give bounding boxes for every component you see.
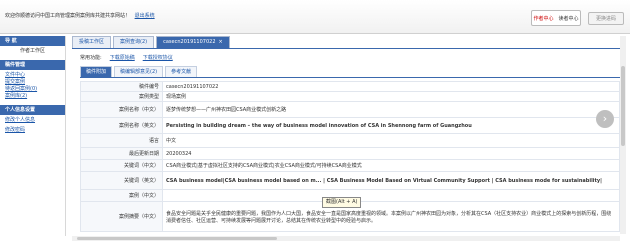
sidebar-manage-header: 稿件管理 — [0, 60, 65, 70]
sidebar: 导 航 作者工作区 稿件管理 文件中心 提交案例 待返回案例(0) 案例库(2)… — [0, 36, 66, 236]
author-center-link[interactable]: 作者中心 — [533, 15, 553, 22]
case-cn-value — [162, 189, 620, 202]
role-switcher: 作者中心 读者中心 — [531, 10, 581, 26]
row-label: 案例类型 — [80, 91, 163, 102]
case-id-value: casecn20191107022 — [162, 81, 620, 92]
table-row: 关键词（英文） CSA business model|CSA business … — [80, 171, 620, 190]
row-label: 案例（中文） — [80, 189, 163, 202]
language-value: 中文 — [162, 133, 620, 148]
vertical-scrollbar[interactable] — [620, 36, 626, 234]
table-row: 关键词（中文） CSA商业模式|基于虚拟社区支持的CSA商业模式|农业CSA商业… — [80, 159, 620, 172]
case-name-en-value: Persisting in building dream – the way o… — [162, 117, 620, 134]
close-icon[interactable]: × — [219, 39, 223, 45]
row-label: 语言 — [80, 133, 163, 148]
table-row: 语言 中文 — [80, 133, 620, 148]
row-label: 案例名称（中文） — [80, 101, 163, 118]
sidebar-item-edit-profile[interactable]: 修改个人信息 — [0, 115, 65, 125]
row-label: 案例摘要（中文） — [80, 201, 163, 232]
screenshot-tooltip: 截图(Alt + A) — [322, 197, 362, 208]
reader-center-link[interactable]: 读者中心 — [559, 15, 579, 22]
case-name-cn-value: 逐梦传统梦想——广州神农田园CSA商业模式创新之路 — [162, 101, 620, 118]
sidebar-item-change-password[interactable]: 修改密码 — [0, 125, 65, 135]
abstract-cn-value: 食品安全问题是关乎全民健康的重要问题，我国作为人口大国，食品安全一直是国家高度重… — [162, 201, 620, 232]
table-row: 案例类型 现场案例 — [80, 91, 620, 102]
row-label: 案例名称（英文） — [80, 117, 163, 134]
horizontal-scroll-thumb[interactable] — [77, 237, 277, 240]
sidebar-settings-header: 个人信息设置 — [0, 105, 65, 115]
table-row: 最后更新日期 20200324 — [80, 147, 620, 160]
keywords-cn-value: CSA商业模式|基于虚拟社区支持的CSA商业模式|农业CSA商业模式/可持续CS… — [162, 159, 620, 172]
tab-case-detail[interactable]: casecn20191107022 × — [156, 36, 230, 48]
welcome-message: 欢迎你顺德访问中国工商管理案例案例库共建共享网站！ 退出系统 — [5, 12, 155, 19]
next-arrow-icon[interactable]: › — [596, 110, 614, 128]
keywords-en-value: CSA business model|CSA business model ba… — [162, 171, 620, 190]
row-label: 关键词（英文） — [80, 171, 163, 190]
table-row: 案例名称（中文） 逐梦传统梦想——广州神农田园CSA商业模式创新之路 — [80, 101, 620, 118]
tab-case-query[interactable]: 案例查询(2) — [113, 36, 155, 48]
tab-case-detail-label: casecn20191107022 — [163, 39, 216, 45]
detail-tab-divider — [80, 77, 620, 78]
table-row: 案例名称（英文） Persisting in building dream – … — [80, 117, 620, 134]
download-original-link[interactable]: 下载原始稿 — [110, 54, 135, 61]
tab-divider — [72, 48, 625, 49]
sidebar-item-workspace[interactable]: 作者工作区 — [0, 46, 65, 56]
download-agreement-link[interactable]: 下载授权协议 — [143, 54, 173, 61]
common-functions-label: 常用功能: — [80, 55, 102, 61]
change-password-button[interactable]: 更换进码 — [588, 12, 624, 25]
case-detail-table: 稿件编号 casecn20191107022 案例类型 现场案例 案例名称（中文… — [80, 81, 620, 232]
logout-link[interactable]: 退出系统 — [135, 13, 155, 19]
table-row: 稿件编号 casecn20191107022 — [80, 81, 620, 92]
common-functions: 常用功能: 下载原始稿 下载授权协议 — [80, 54, 173, 61]
vertical-scroll-thumb[interactable] — [621, 66, 625, 146]
tab-workspace[interactable]: 投稿工作区 — [72, 36, 112, 48]
row-label: 关键词（中文） — [80, 159, 163, 172]
welcome-text: 欢迎你顺德访问中国工商管理案例案例库共建共享网站！ — [5, 13, 131, 19]
case-type-value: 现场案例 — [162, 91, 620, 102]
row-label: 稿件编号 — [80, 81, 163, 92]
top-header: 欢迎你顺德访问中国工商管理案例案例库共建共享网站！ 退出系统 作者中心 读者中心… — [0, 0, 630, 34]
main-tabs: 投稿工作区 案例查询(2) casecn20191107022 × — [72, 36, 230, 48]
horizontal-scrollbar[interactable] — [72, 236, 620, 241]
row-label: 最后更新日期 — [80, 147, 163, 160]
sidebar-nav-header: 导 航 — [0, 36, 65, 46]
last-updated-value: 20200324 — [162, 147, 620, 160]
